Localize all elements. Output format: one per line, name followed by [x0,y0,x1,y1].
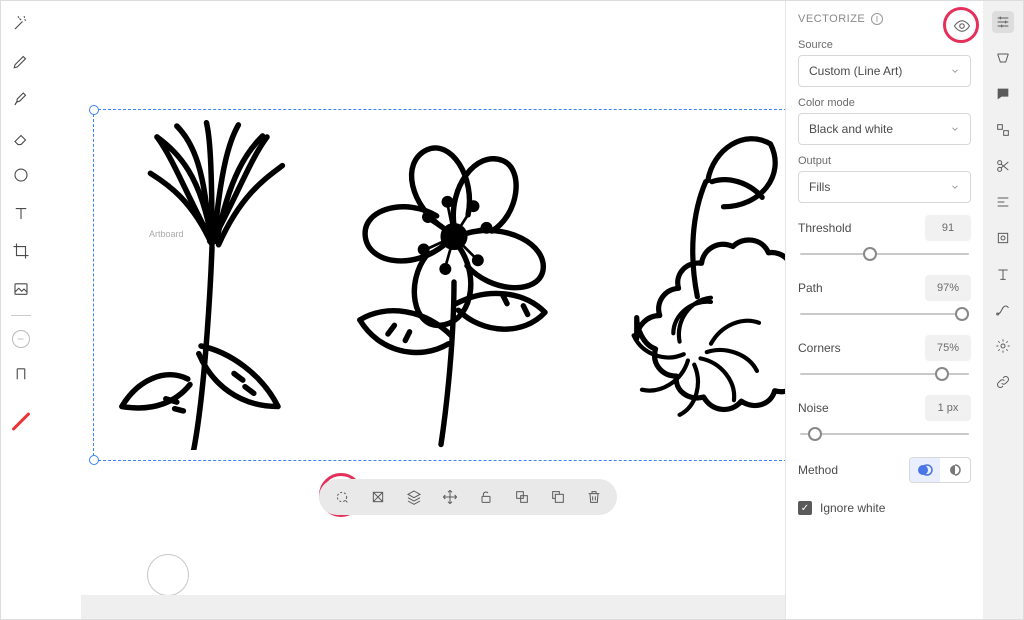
source-select[interactable]: Custom (Line Art) [798,55,971,87]
type-tool-icon[interactable] [9,201,33,225]
crop-tool-icon[interactable] [9,239,33,263]
gear-icon[interactable] [992,335,1014,357]
color-swatch-icon[interactable] [11,412,30,431]
output-label: Output [798,155,971,167]
group-icon[interactable] [513,488,531,506]
image-tool-icon[interactable] [9,277,33,301]
output-select[interactable]: Fills [798,171,971,203]
context-toolbar [319,479,617,515]
focal-icon[interactable] [992,227,1014,249]
ignore-white-checkbox[interactable]: ✓ [798,501,812,515]
components-icon[interactable] [992,119,1014,141]
method-segment[interactable] [909,457,971,483]
magic-wand-icon[interactable] [9,11,33,35]
brush-tool-icon[interactable] [9,87,33,111]
source-label: Source [798,39,971,51]
pen-tool-icon[interactable] [9,49,33,73]
move-icon[interactable] [441,488,459,506]
corners-label: Corners [798,341,841,355]
link-icon[interactable] [992,371,1014,393]
left-toolbar: − [1,1,41,619]
chevron-down-icon [950,182,960,192]
threshold-label: Threshold [798,221,851,235]
eraser-tool-icon[interactable] [9,125,33,149]
noise-label: Noise [798,401,829,415]
properties-panel: VECTORIZE i Source Custom (Line Art) Col… [785,1,983,619]
noise-slider[interactable] [800,425,969,443]
color-picker[interactable] [147,554,189,596]
duplicate-icon[interactable] [549,488,567,506]
scissors-icon[interactable] [992,155,1014,177]
method-overlap-icon[interactable] [910,458,940,482]
path-value[interactable]: 97% [925,275,971,301]
preview-eye-icon[interactable] [953,17,971,35]
method-abut-icon[interactable] [940,458,970,482]
ellipse-tool-icon[interactable] [9,163,33,187]
canvas[interactable]: Artboard [41,1,785,619]
chevron-down-icon [950,66,960,76]
unlock-icon[interactable] [477,488,495,506]
path-slider[interactable] [800,305,969,323]
trash-icon[interactable] [585,488,603,506]
corners-slider[interactable] [800,365,969,383]
text-format-icon[interactable] [9,362,33,386]
comments-icon[interactable] [992,83,1014,105]
noise-value[interactable]: 1 px [925,395,971,421]
colormode-select[interactable]: Black and white [798,113,971,145]
layers-icon[interactable] [405,488,423,506]
info-icon[interactable]: i [871,13,883,25]
threshold-slider[interactable] [800,245,969,263]
right-rail [983,1,1023,619]
source-value: Custom (Line Art) [809,64,902,78]
colormode-value: Black and white [809,122,893,136]
align-icon[interactable] [992,191,1014,213]
selection-box[interactable] [93,109,807,461]
path-label: Path [798,281,823,295]
ignore-white-label: Ignore white [820,501,885,515]
colormode-label: Color mode [798,97,971,109]
crop-icon[interactable] [369,488,387,506]
sliders-icon[interactable] [992,11,1014,33]
collapse-icon[interactable]: − [12,330,30,348]
corners-value[interactable]: 75% [925,335,971,361]
bottom-bar [81,595,785,619]
curves-icon[interactable] [992,299,1014,321]
method-label: Method [798,463,838,477]
toolbar-divider [11,315,31,316]
output-value: Fills [809,180,830,194]
chevron-down-icon [950,124,960,134]
vectorize-icon[interactable] [333,488,351,506]
panel-title: VECTORIZE [798,13,865,25]
artwork-flowers [94,110,806,460]
threshold-value[interactable]: 91 [925,215,971,241]
text-styles-icon[interactable] [992,263,1014,285]
swatches-icon[interactable] [992,47,1014,69]
